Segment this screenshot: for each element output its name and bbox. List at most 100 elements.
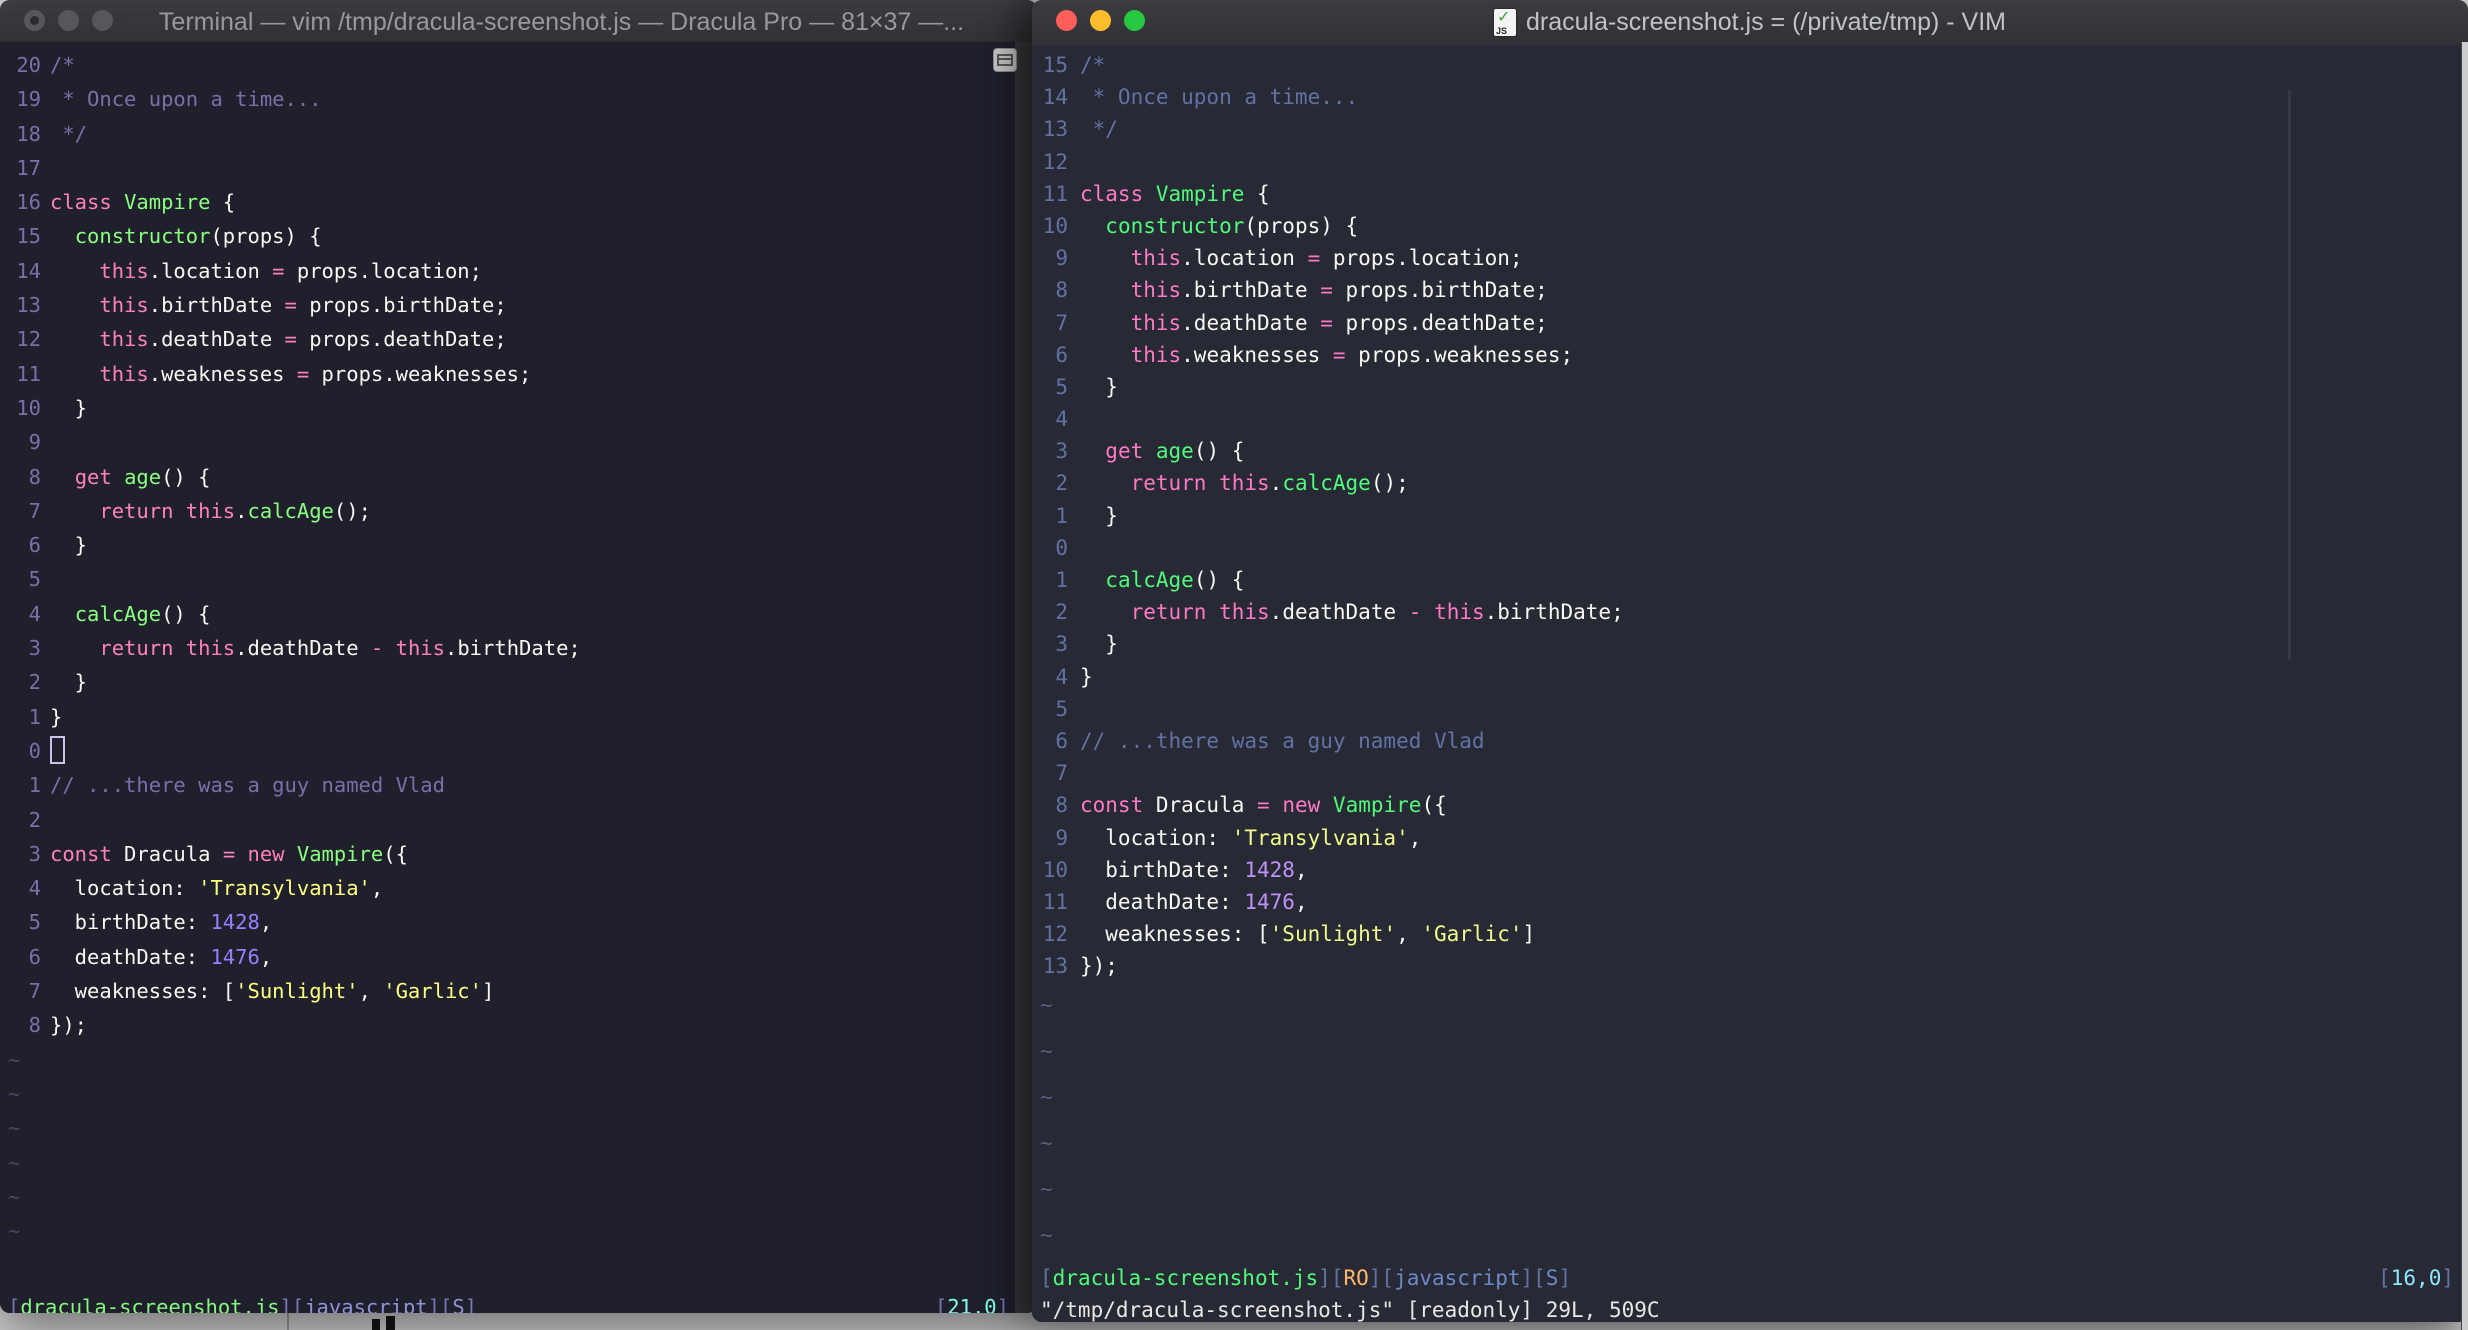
line-text: // ...there was a guy named Vlad [50, 773, 445, 798]
terminal-titlebar[interactable]: Terminal — vim /tmp/dracula-screenshot.j… [0, 0, 1037, 43]
tilde-row: ~ [8, 1047, 21, 1072]
status-segment: javascript [304, 1295, 428, 1313]
minimize-button[interactable] [58, 10, 79, 31]
line-number: 5 [28, 910, 41, 935]
split-pane-button[interactable] [993, 48, 1017, 72]
line-text: return this.deathDate - this.birthDate; [99, 636, 581, 661]
line-text: calcAge() { [74, 601, 211, 626]
line-text: */ [50, 121, 88, 146]
line-text: this.weaknesses = props.weaknesses; [1130, 342, 1574, 367]
line-text: * Once upon a time... [1080, 85, 1359, 110]
code-line: 5 [1040, 693, 2458, 725]
window-title: Terminal — vim /tmp/dracula-screenshot.j… [158, 8, 965, 36]
line-number: 6 [28, 944, 41, 969]
line-number: 7 [1055, 761, 1068, 786]
line-text: return this.calcAge(); [99, 498, 371, 523]
code-line: 9 this.location = props.location; [1040, 242, 2458, 274]
line-text: this.location = props.location; [1130, 246, 1523, 271]
line-number: 4 [28, 601, 41, 626]
status-segment: javascript [1394, 1266, 1521, 1290]
line-text: get age() { [1105, 439, 1245, 464]
tilde-row: ~ [8, 1184, 21, 1209]
code-line: 7 [1040, 757, 2458, 789]
code-line: 13}); [1040, 950, 2458, 982]
code-line: 12 weaknesses: ['Sunlight', 'Garlic'] [1040, 918, 2458, 950]
tilde-row: ~ [1040, 1039, 1053, 1064]
line-text: deathDate: 1476, [1080, 889, 1308, 914]
line-text: } [1080, 664, 1093, 689]
code-line: 15 constructor(props) { [8, 219, 1007, 253]
code-line: 14 this.location = props.location; [8, 254, 1007, 288]
status-segment: [ [1040, 1266, 1053, 1290]
document-proxy-icon[interactable]: ✓ JS [1493, 9, 1516, 36]
tilde-row: ~ [1040, 993, 1053, 1018]
code-line: 18 */ [8, 117, 1007, 151]
background-partial-text [372, 1319, 380, 1330]
line-number: 19 [16, 87, 41, 112]
status-segment: [ [934, 1295, 948, 1313]
code-line: 2 [8, 803, 1007, 837]
vim-statusline: [dracula-screenshot.js][RO][javascript][… [1040, 1262, 1571, 1294]
line-text: return this.calcAge(); [1130, 471, 1409, 496]
line-text: this.deathDate = props.deathDate; [1130, 310, 1548, 335]
status-segment: ][ [279, 1295, 305, 1313]
line-text: class Vampire { [1080, 181, 1270, 206]
line-number: 4 [1055, 407, 1068, 432]
line-text: constructor(props) { [74, 224, 322, 249]
macvim-content: 15/* 14 * Once upon a time... 13 */12 11 cla… [1032, 45, 2468, 1322]
code-line: 11 class Vampire { [1040, 178, 2458, 210]
code-line: 8 this.birthDate = props.birthDate; [1040, 274, 2458, 306]
code-line: 4} [1040, 661, 2458, 693]
line-text: this.weaknesses = props.weaknesses; [99, 361, 532, 386]
code-line: 6 } [8, 528, 1007, 562]
line-number: 12 [1042, 149, 1068, 174]
line-number: 8 [1055, 793, 1068, 818]
status-segment: ] [996, 1295, 1009, 1313]
line-number: 13 [1042, 117, 1068, 142]
status-segment: ] [1558, 1266, 1572, 1290]
status-segment: ] [464, 1295, 478, 1313]
code-line: 10 constructor(props) { [1040, 210, 2458, 242]
line-text: deathDate: 1476, [50, 944, 273, 969]
tilde-row: ~ [8, 1219, 21, 1244]
line-text: birthDate: 1428, [50, 910, 273, 935]
close-button[interactable] [24, 10, 45, 31]
code-line: 7 this.deathDate = props.deathDate; [1040, 307, 2458, 339]
tilde-row: ~ [8, 1116, 21, 1141]
vim-buffer[interactable]: 20/* 19 * Once upon a time... 18 */17 16 cla… [8, 48, 1007, 1248]
vim-buffer[interactable]: 15/* 14 * Once upon a time... 13 */12 11 cla… [1040, 49, 2458, 1258]
line-number: 5 [1055, 696, 1068, 721]
line-text: birthDate: 1428, [1080, 857, 1308, 882]
desktop: Terminal — vim /tmp/dracula-screenshot.j… [0, 0, 2468, 1330]
vim-command-line: "/tmp/dracula-screenshot.js" [readonly] … [1040, 1298, 1660, 1322]
line-text: this.deathDate = props.deathDate; [99, 327, 507, 352]
zoom-button[interactable] [1124, 10, 1145, 31]
js-badge: JS [1495, 26, 1507, 36]
line-text: constructor(props) { [1105, 213, 1359, 238]
code-line: 3 return this.deathDate - this.birthDate… [8, 631, 1007, 665]
line-number: 10 [1042, 213, 1068, 238]
code-line: 14 * Once upon a time... [1040, 81, 2458, 113]
code-line: 3 get age() { [1040, 435, 2458, 467]
code-line: 4 [1040, 403, 2458, 435]
line-number: 9 [28, 430, 41, 455]
line-number: 3 [1055, 439, 1068, 464]
code-line: 7 weaknesses: ['Sunlight', 'Garlic'] [8, 974, 1007, 1008]
close-button[interactable] [1056, 10, 1077, 31]
code-line: 2 return this.deathDate - this.birthDate… [1040, 596, 2458, 628]
line-number: 7 [28, 498, 41, 523]
tilde-row: ~ [8, 1150, 21, 1175]
tilde-row: ~ [8, 1081, 21, 1106]
macvim-titlebar[interactable]: ✓ JS dracula-screenshot.js = (/private/t… [1032, 0, 2468, 46]
line-number: 2 [28, 670, 41, 695]
line-number: 4 [28, 876, 41, 901]
line-text: weaknesses: ['Sunlight', 'Garlic'] [1080, 922, 1536, 947]
code-line: 1} [8, 700, 1007, 734]
code-line: 8 const Dracula = new Vampire({ [1040, 789, 2458, 821]
line-number: 6 [1055, 342, 1068, 367]
minimize-button[interactable] [1090, 10, 1111, 31]
line-number: 16 [16, 190, 41, 215]
line-text: }); [50, 1013, 88, 1038]
code-line: 0 [1040, 532, 2458, 564]
status-segment: ][ [1318, 1266, 1344, 1290]
